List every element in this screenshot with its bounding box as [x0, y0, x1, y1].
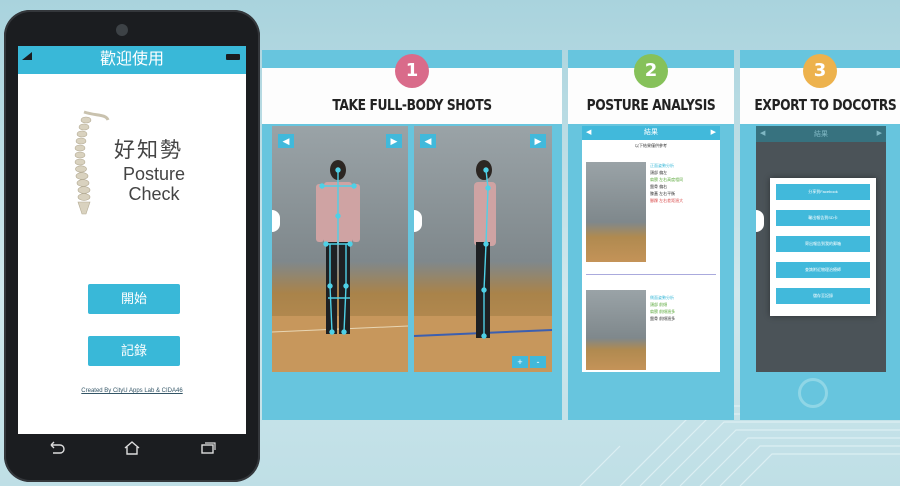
step-header: 3 EXPORT TO DOCOTRS — [740, 54, 900, 124]
analysis-title: 結果 — [644, 129, 658, 136]
analysis-side-results: 側面姿勢分析 頭部 前傾 肩膀 前傾過多 盤骨 前傾過多 — [650, 294, 675, 322]
step-number-badge: 2 — [634, 54, 668, 88]
export-sd-button[interactable]: 輸出報告到SD卡 — [776, 210, 870, 226]
next-arrow-icon[interactable]: ▶ — [877, 129, 882, 137]
analysis-disclaimer: 以下結果僅供參考 — [635, 143, 667, 148]
front-skeleton-overlay — [272, 160, 408, 372]
home-button-icon — [798, 378, 828, 408]
app-logo: 好知勢 Posture Check — [18, 74, 246, 234]
next-arrow-icon[interactable]: ▶ — [386, 134, 402, 148]
step-number-badge: 1 — [395, 54, 429, 88]
side-body-photo: ◀ ▶ + - — [414, 126, 552, 372]
next-arrow-icon[interactable]: ▶ — [530, 134, 546, 148]
step-panel-take-shots: 1 TAKE FULL-BODY SHOTS ◀ ▶ ◀ ▶ + - — [262, 50, 562, 420]
analysis-header: ◀ 結果 ▶ — [582, 126, 720, 140]
logo-english-name: Posture Check — [114, 164, 194, 204]
phone-screen: 歡迎使用 好知勢 Posture Check 開始 記錄 Created By … — [18, 46, 246, 434]
step-title: TAKE FULL-BODY SHOTS — [332, 96, 492, 114]
find-therapist-button[interactable]: 查詢附近物理治療師 — [776, 262, 870, 278]
result-item: 盤骨 偏右 — [650, 184, 668, 189]
result-item: 肩膀 左右高度相同 — [650, 177, 684, 182]
recent-apps-icon[interactable] — [199, 441, 217, 455]
phone-mockup: 歡迎使用 好知勢 Posture Check 開始 記錄 Created By … — [4, 10, 260, 482]
battery-icon — [226, 54, 240, 60]
result-item: 腳踝 左右差距過大 — [650, 198, 684, 203]
analysis-screen: ◀ 結果 ▶ 以下結果僅供參考 正面姿勢分析 頭部 偏左 肩膀 左右高度相同 盤… — [582, 126, 720, 372]
step-header: 2 POSTURE ANALYSIS — [568, 54, 734, 124]
previous-arrow-icon[interactable]: ◀ — [420, 134, 436, 148]
result-item: 頭部 偏左 — [650, 170, 668, 175]
signal-icon — [22, 52, 32, 60]
camera-icon — [116, 24, 128, 36]
zoom-out-button[interactable]: - — [530, 356, 546, 368]
logo-chinese-name: 好知勢 — [114, 138, 183, 162]
side-skeleton-overlay — [414, 160, 552, 372]
export-options-dialog: 分享到Facebook 輸出報告到SD卡 寄出報告到我的郵箱 查詢附近物理治療師… — [770, 178, 876, 316]
step-number-badge: 3 — [803, 54, 837, 88]
record-button[interactable]: 記錄 — [88, 336, 180, 366]
result-item: 頭部 前傾 — [650, 302, 668, 307]
app-title: 歡迎使用 — [99, 51, 164, 68]
android-nav-bar — [18, 434, 246, 462]
step-title: EXPORT TO DOCOTRS — [754, 96, 897, 114]
result-item: 肩膀 前傾過多 — [650, 309, 676, 314]
next-arrow-icon[interactable]: ▶ — [711, 126, 716, 140]
analysis-side-photo — [586, 290, 646, 370]
logo-english-line2: Check — [128, 184, 180, 204]
divider — [586, 274, 716, 275]
result-item: 膝蓋 左右平衡 — [650, 191, 676, 196]
email-report-button[interactable]: 寄出報告到我的郵箱 — [776, 236, 870, 252]
export-header: ◀ 結果 ▶ — [756, 126, 886, 142]
step-panel-posture-analysis: 2 POSTURE ANALYSIS ◀ 結果 ▶ 以下結果僅供參考 正面姿勢分… — [568, 50, 734, 420]
step-panel-export: 3 EXPORT TO DOCOTRS ◀ 結果 ▶ 分享到Facebook 輸… — [740, 50, 900, 420]
result-heading: 側面姿勢分析 — [650, 295, 674, 300]
analysis-front-results: 正面姿勢分析 頭部 偏左 肩膀 左右高度相同 盤骨 偏右 膝蓋 左右平衡 腳踝 … — [650, 162, 683, 204]
previous-arrow-icon[interactable]: ◀ — [278, 134, 294, 148]
start-button[interactable]: 開始 — [88, 284, 180, 314]
home-icon[interactable] — [123, 441, 141, 455]
result-heading: 正面姿勢分析 — [650, 163, 674, 168]
result-item: 盤骨 前傾過多 — [650, 316, 676, 321]
share-facebook-button[interactable]: 分享到Facebook — [776, 184, 870, 200]
export-title: 結果 — [814, 131, 828, 138]
analysis-front-photo — [586, 162, 646, 262]
previous-arrow-icon[interactable]: ◀ — [586, 126, 591, 140]
save-record-button[interactable]: 儲存至記錄 — [776, 288, 870, 304]
zoom-in-button[interactable]: + — [512, 356, 528, 368]
step-title: POSTURE ANALYSIS — [586, 96, 716, 114]
back-icon[interactable] — [47, 441, 65, 455]
app-header: 歡迎使用 — [18, 46, 246, 74]
spine-icon — [74, 110, 110, 215]
front-body-photo: ◀ ▶ — [272, 126, 408, 372]
step-header: 1 TAKE FULL-BODY SHOTS — [262, 54, 562, 124]
logo-english-line1: Posture — [122, 164, 186, 184]
credit-link[interactable]: Created By CityU Apps Lab & CIDA46 — [18, 388, 246, 394]
